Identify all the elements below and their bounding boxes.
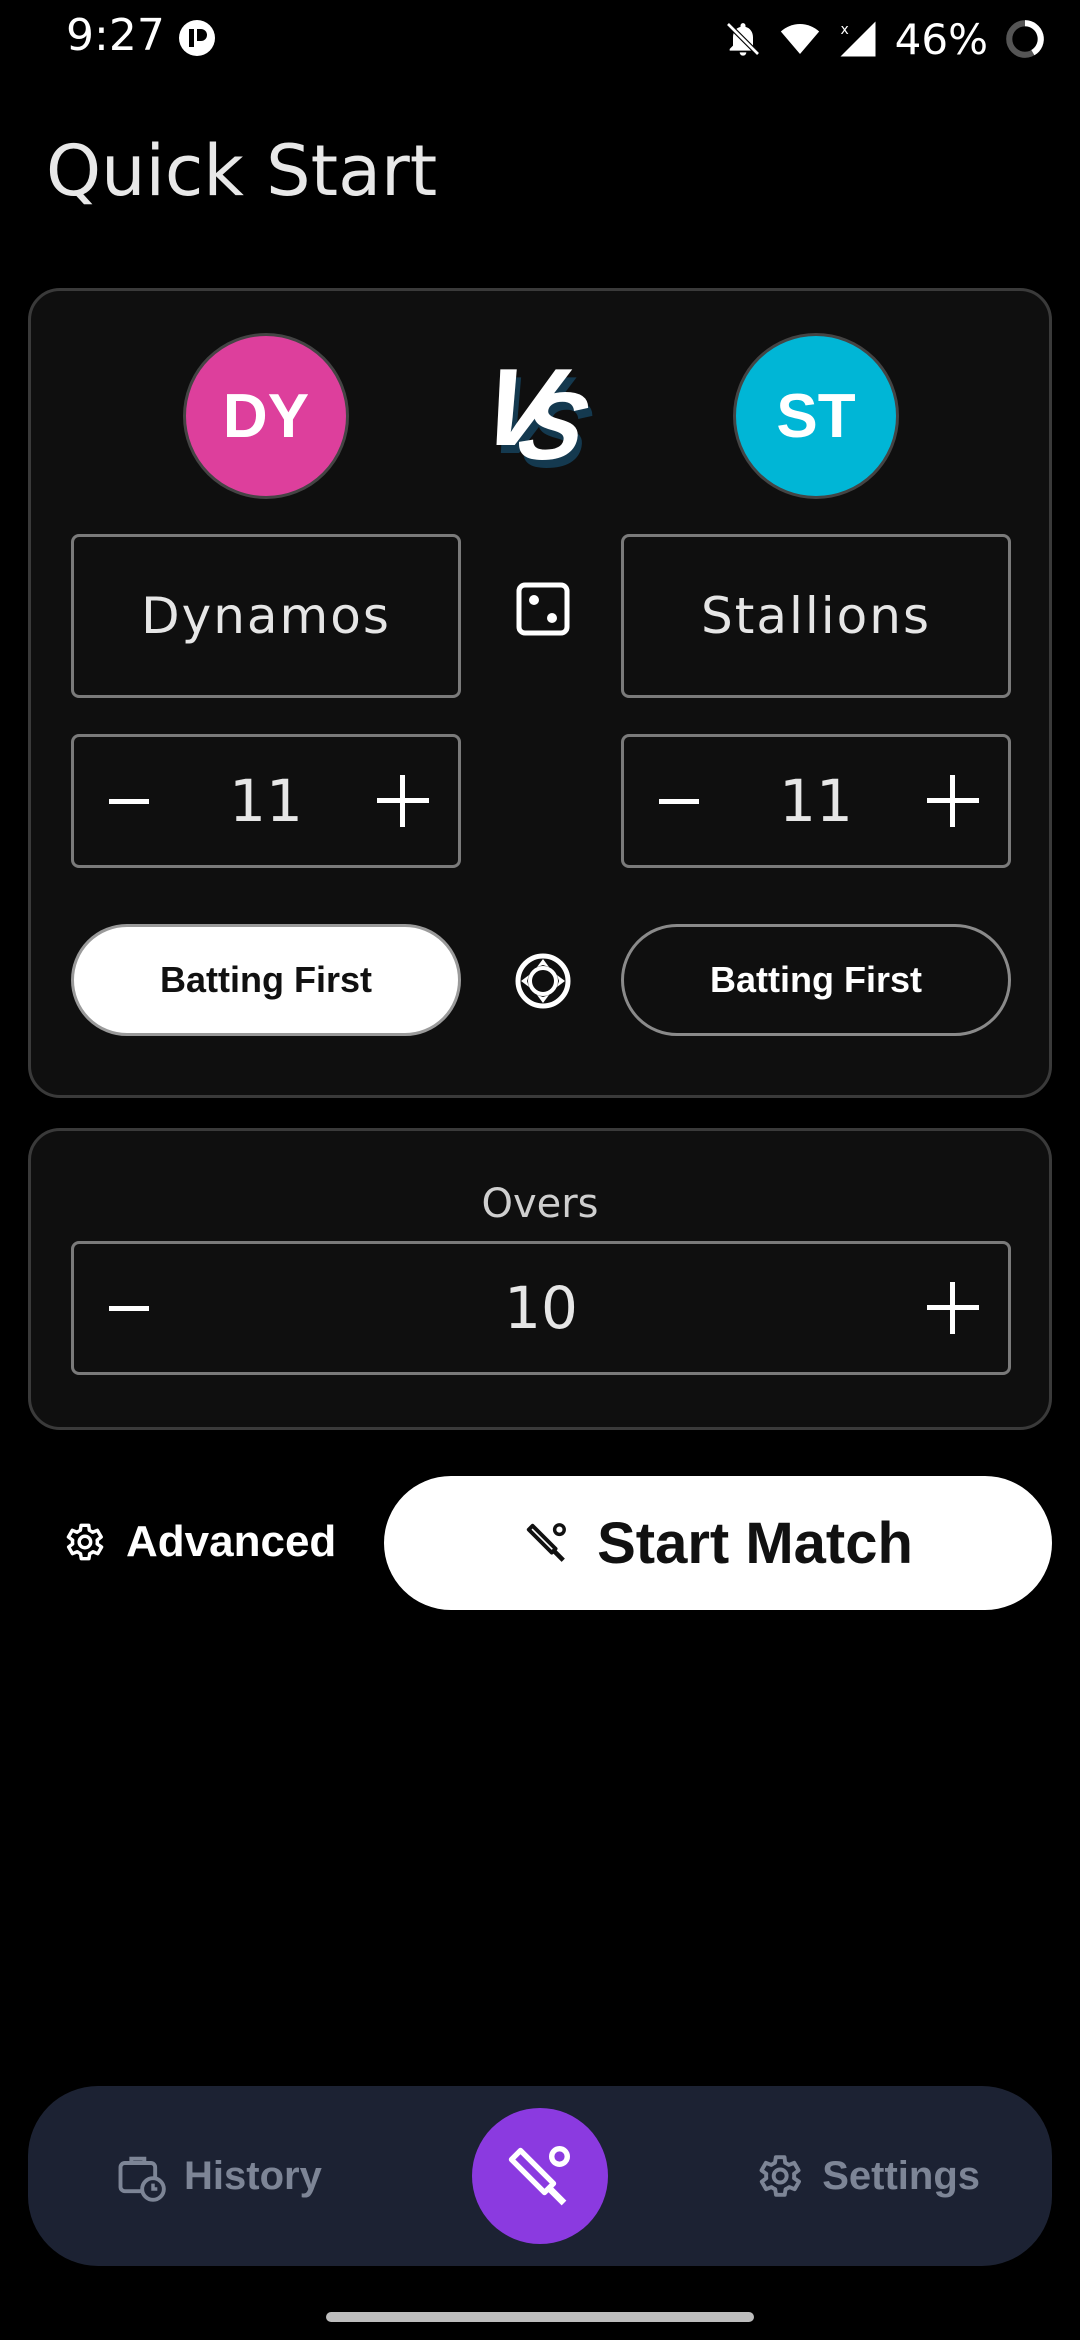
team-a-decrease-button[interactable] [74,737,184,865]
status-time: 9:27 [66,10,165,61]
team-a-name-field[interactable]: Dynamos [71,534,461,698]
overs-value: 10 [504,1274,578,1342]
team-a-players-value: 11 [229,767,303,835]
battery-percentage: 46% [894,14,988,64]
dice-icon[interactable] [515,581,571,637]
team-b-decrease-button[interactable] [624,737,734,865]
team-b-batting-first-button[interactable]: Batting First [621,924,1011,1036]
overs-label: Overs [481,1181,599,1227]
cricket-bat-icon [508,2146,570,2206]
start-match-button[interactable]: Start Match [384,1476,1052,1610]
teams-card: DY V S V S ST Dynamos Stallions 11 11 Ba… [28,288,1052,1098]
team-a-players-stepper: 11 [71,734,461,868]
bottom-navigation: History Settings [28,2086,1052,2266]
nav-settings-label: Settings [822,2153,980,2198]
notifications-off-icon [725,22,760,56]
team-a-avatar[interactable]: DY [183,333,349,499]
team-b-name-field[interactable]: Stallions [621,534,1011,698]
team-b-avatar[interactable]: ST [733,333,899,499]
team-a-batting-first-button[interactable]: Batting First [71,924,461,1036]
plus-icon [377,775,429,827]
status-icons: x 46% [723,14,1046,64]
advanced-button[interactable]: Advanced [60,1512,336,1572]
team-a-increase-button[interactable] [348,737,458,865]
cricket-bat-icon [526,1523,567,1562]
signal-icon: x [840,21,876,57]
overs-decrease-button[interactable] [74,1244,184,1372]
team-b-increase-button[interactable] [898,737,1008,865]
history-icon [118,2156,166,2202]
nav-settings[interactable]: Settings [752,2146,980,2206]
gear-icon [66,1523,104,1561]
team-b-players-stepper: 11 [621,734,1011,868]
minus-icon [109,799,149,804]
nav-history-label: History [184,2153,322,2198]
vs-logo: V S V S [475,345,601,488]
svg-text:x: x [840,22,848,38]
team-b-players-value: 11 [779,767,853,835]
gear-icon [759,2155,802,2197]
overs-card: Overs 10 [28,1128,1052,1430]
page-title: Quick Start [46,130,438,212]
wifi-icon [780,24,819,54]
battery-ring-icon [1006,20,1044,58]
overs-stepper: 10 [71,1241,1011,1375]
advanced-label: Advanced [126,1517,337,1566]
home-indicator[interactable] [326,2312,754,2322]
toss-coin-icon[interactable] [513,951,573,1011]
plus-icon [927,775,979,827]
app-indicator-icon [179,20,215,56]
overs-increase-button[interactable] [898,1244,1008,1372]
minus-icon [659,799,699,804]
nav-history[interactable]: History [114,2146,322,2206]
plus-icon [927,1282,979,1334]
nav-match-button[interactable] [472,2108,608,2244]
status-bar: 9:27 x 46% [0,0,1080,80]
start-match-label: Start Match [597,1510,913,1576]
minus-icon [109,1306,149,1311]
